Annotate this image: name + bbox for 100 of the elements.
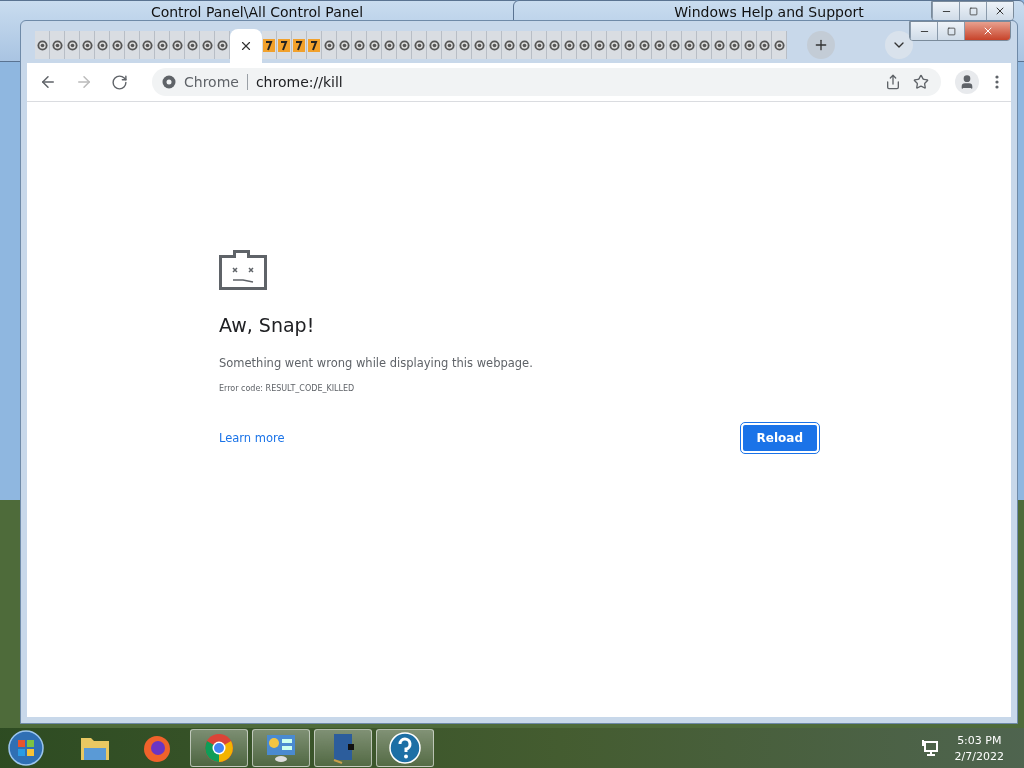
- profile-button[interactable]: [955, 70, 979, 94]
- tab[interactable]: [65, 31, 80, 59]
- firefox-icon: [142, 733, 172, 763]
- tab[interactable]: [622, 31, 637, 59]
- tab[interactable]: [382, 31, 397, 59]
- bookmark-button[interactable]: [911, 72, 931, 92]
- network-icon[interactable]: [920, 739, 939, 757]
- tab[interactable]: [50, 31, 65, 59]
- site-chip: Chrome: [184, 74, 248, 90]
- warning-page-icon: [278, 38, 290, 52]
- tab[interactable]: [307, 31, 322, 59]
- warning-page-icon: [263, 38, 275, 52]
- tab[interactable]: [170, 31, 185, 59]
- tab[interactable]: [337, 31, 352, 59]
- tab[interactable]: [667, 31, 682, 59]
- tab[interactable]: [577, 31, 592, 59]
- menu-button[interactable]: [993, 73, 1001, 91]
- tab[interactable]: [592, 31, 607, 59]
- reload-page-button[interactable]: Reload: [740, 423, 819, 453]
- tab[interactable]: [637, 31, 652, 59]
- tab[interactable]: [442, 31, 457, 59]
- tab[interactable]: [185, 31, 200, 59]
- tab[interactable]: [110, 31, 125, 59]
- sad-page-icon: [773, 39, 785, 51]
- sad-page-icon: [338, 39, 350, 51]
- sad-page-icon: [383, 39, 395, 51]
- sad-page-icon: [36, 39, 48, 51]
- control-panel-icon: [265, 733, 297, 763]
- tab[interactable]: [292, 31, 307, 59]
- tab[interactable]: [277, 31, 292, 59]
- sad-page-icon: [638, 39, 650, 51]
- sad-page-icon: [398, 39, 410, 51]
- tab[interactable]: [412, 31, 427, 59]
- tab[interactable]: [125, 31, 140, 59]
- share-icon: [885, 74, 901, 90]
- tab[interactable]: [200, 31, 215, 59]
- taskbar-button[interactable]: [314, 729, 372, 767]
- tab[interactable]: [562, 31, 577, 59]
- address-bar[interactable]: Chrome chrome://kill: [152, 68, 941, 96]
- tab[interactable]: [607, 31, 622, 59]
- tab[interactable]: [457, 31, 472, 59]
- star-icon: [913, 74, 929, 90]
- tab[interactable]: [427, 31, 442, 59]
- tab[interactable]: [487, 31, 502, 59]
- tab[interactable]: [322, 31, 337, 59]
- learn-more-link[interactable]: Learn more: [219, 431, 285, 445]
- sad-page-icon: [156, 39, 168, 51]
- chrome-icon: [162, 75, 176, 89]
- tab[interactable]: [517, 31, 532, 59]
- sad-page-icon: [216, 39, 228, 51]
- tab[interactable]: [757, 31, 772, 59]
- warning-page-icon: [293, 38, 305, 52]
- forward-icon: [75, 73, 93, 91]
- taskbar-button[interactable]: [252, 729, 310, 767]
- person-icon: [959, 74, 975, 90]
- sad-page-icon: [623, 39, 635, 51]
- tab[interactable]: [532, 31, 547, 59]
- tab[interactable]: [502, 31, 517, 59]
- tab[interactable]: [547, 31, 562, 59]
- tab[interactable]: [397, 31, 412, 59]
- sad-page-icon: [518, 39, 530, 51]
- error-message: Something went wrong while displaying this webpage.: [219, 356, 533, 370]
- clock[interactable]: 5:03 PM 2/7/2022: [954, 733, 1004, 763]
- taskbar-button[interactable]: [376, 729, 434, 767]
- tab[interactable]: [215, 31, 230, 59]
- sad-folder-icon: [219, 250, 267, 290]
- maximize-button[interactable]: [937, 22, 964, 40]
- window-title: Control Panel\All Control Panel: [150, 4, 364, 20]
- tab[interactable]: [95, 31, 110, 59]
- tab[interactable]: [472, 31, 487, 59]
- tab[interactable]: [727, 31, 742, 59]
- tab[interactable]: [742, 31, 757, 59]
- tab[interactable]: [262, 31, 277, 59]
- clock-date: 2/7/2022: [954, 749, 1004, 763]
- sad-page-icon: [141, 39, 153, 51]
- tab[interactable]: [682, 31, 697, 59]
- tab[interactable]: [772, 31, 787, 59]
- tab[interactable]: [352, 31, 367, 59]
- sad-page-icon: [608, 39, 620, 51]
- sad-page-icon: [758, 39, 770, 51]
- tab[interactable]: [367, 31, 382, 59]
- more-icon: [995, 75, 999, 89]
- tab[interactable]: [155, 31, 170, 59]
- minimize-button[interactable]: [910, 22, 937, 40]
- sad-page-icon: [473, 39, 485, 51]
- tab[interactable]: [140, 31, 155, 59]
- close-button[interactable]: [986, 2, 1013, 20]
- minimize-button[interactable]: [932, 2, 959, 20]
- tab[interactable]: [712, 31, 727, 59]
- sad-page-icon: [653, 39, 665, 51]
- tab[interactable]: [35, 31, 50, 59]
- sad-page-icon: [668, 39, 680, 51]
- taskbar-button[interactable]: [190, 729, 248, 767]
- close-icon: [239, 39, 253, 53]
- start-button[interactable]: [6, 729, 46, 767]
- sad-page-icon: [743, 39, 755, 51]
- tab[interactable]: [652, 31, 667, 59]
- tab[interactable]: [80, 31, 95, 59]
- new-tab-button[interactable]: [807, 31, 835, 59]
- tab[interactable]: [697, 31, 712, 59]
